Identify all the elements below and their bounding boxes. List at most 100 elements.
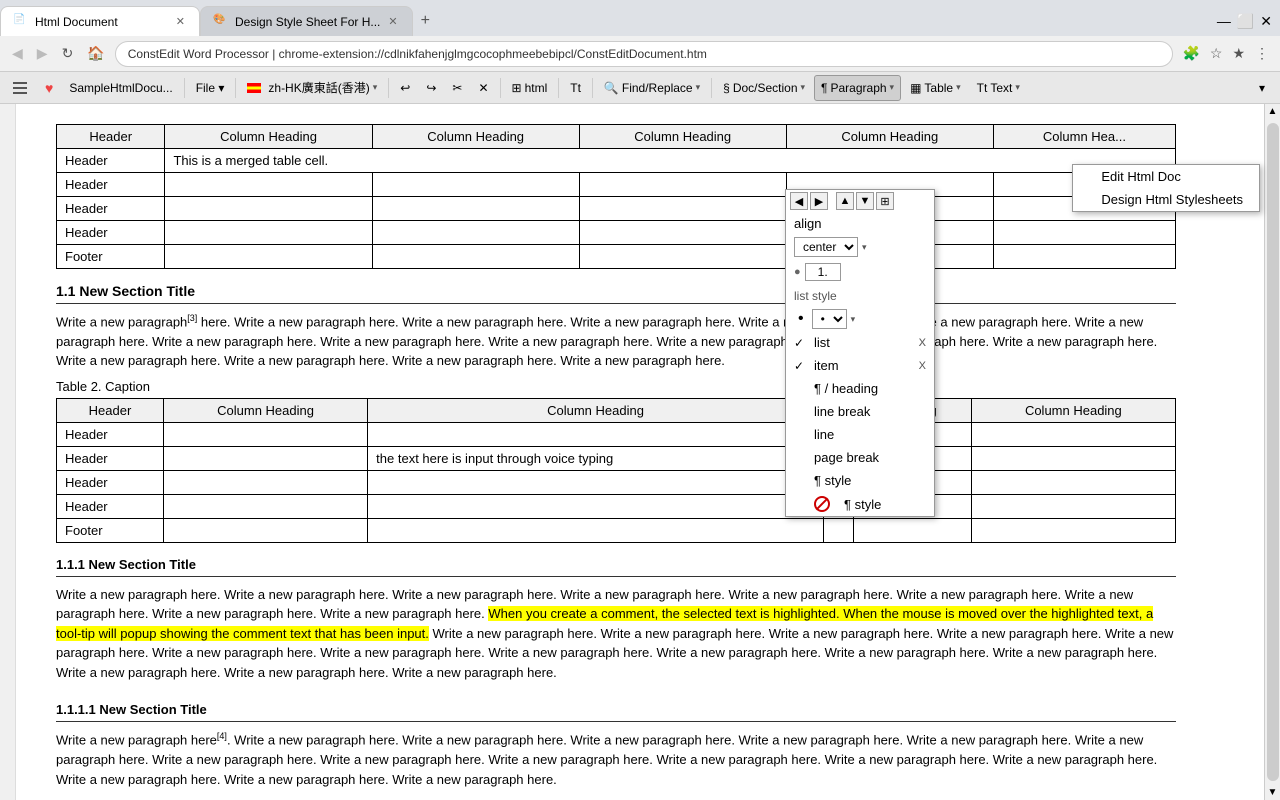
refresh-button[interactable]: ↻ [58,43,78,64]
menu-item-line[interactable]: line [786,423,934,446]
table1-col6-header: Column Hea... [993,125,1175,149]
star-icon[interactable]: ★ [1229,43,1248,64]
more-options-button[interactable]: ▾ [1252,75,1272,101]
tab-html-document[interactable]: 📄 Html Document ✕ [0,6,200,36]
table2-r2c3: the text here is input through voice typ… [368,446,824,470]
extension-icon[interactable]: 🧩 [1179,43,1202,64]
table2-r1c3 [368,422,824,446]
settings-icon[interactable]: ⋮ [1252,43,1272,64]
table1-col2-header: Column Heading [165,125,372,149]
browser-close-icon[interactable]: ✕ [1260,13,1272,30]
table1-r2c4 [579,173,786,197]
numbering-input[interactable] [805,263,841,281]
html-icon: ⊞ [512,81,522,95]
text-arrow: ▾ [1015,82,1020,93]
table1-r1c1: Header [57,149,165,173]
footnote-3: [3] [187,313,197,323]
edit-html-doc-item[interactable]: Edit Html Doc [1073,165,1259,188]
scroll-down-button[interactable]: ▼ [856,192,874,210]
language-label: zh-HK廣東話(香港) [268,79,369,96]
grid-view-button[interactable]: ⊞ [876,192,894,210]
table1-col5-header: Column Heading [786,125,993,149]
menu-item-line-break[interactable]: line break [786,400,934,423]
table-row: Header [57,221,1176,245]
tt-button[interactable]: Tt [563,75,588,101]
find-replace-label: Find/Replace [622,81,693,95]
table1-r2c2 [165,173,372,197]
menu-item-p-style-1[interactable]: ¶ style [786,469,934,492]
menu-item-heading[interactable]: ¶ / heading [786,377,934,400]
list-style-row: list style [786,285,934,307]
browser-minimize-icon[interactable]: — [1217,13,1231,29]
design-html-stylesheets-item[interactable]: Design Html Stylesheets [1073,188,1259,211]
back-button[interactable]: ◀ [8,43,27,64]
table1-col4-header: Column Heading [579,125,786,149]
paragraph-icon: ¶ [821,81,827,95]
file-menu-button[interactable]: File ▾ [189,75,232,101]
menu-item-p-style-2-label: ¶ style [844,497,881,512]
separator-6 [592,78,593,98]
doc-section-button[interactable]: § Doc/Section ▾ [716,75,812,101]
table2-r5c1: Footer [57,518,164,542]
text-icon: Tt [977,81,988,95]
separator-4 [500,78,501,98]
browser-restore-icon[interactable]: ⬜ [1237,13,1254,30]
paragraph-text-rest: here. Write a new paragraph here. Write … [56,314,1157,368]
scroll-left-button[interactable]: ◀ [790,192,808,210]
hamburger-icon [11,80,29,96]
table2-r5c5 [854,518,971,542]
find-replace-button[interactable]: 🔍 Find/Replace ▾ [597,75,707,101]
scroll-down-arrow[interactable]: ▼ [1266,785,1280,800]
table1-r4c1: Header [57,221,165,245]
table-icon: ▦ [910,81,921,95]
menu-item-p-style-2[interactable]: ¶ style [786,492,934,516]
table1-r4c4 [579,221,786,245]
table-row: Header [57,470,1176,494]
bullet-select[interactable]: • [812,309,847,329]
list-x-icon: X [919,337,926,349]
html-button[interactable]: ⊞html [505,75,555,101]
menu-item-item[interactable]: item X [786,354,934,377]
paragraph-text-start: Write a new paragraph [56,314,187,329]
forward-button[interactable]: ▶ [33,43,52,64]
scroll-up-button[interactable]: ▲ [836,192,854,210]
menu-item-p-style-1-label: ¶ style [814,473,851,488]
delete-button[interactable]: ✕ [471,75,495,101]
bookmark-icon[interactable]: ☆ [1207,43,1226,64]
table-row: Footer [57,518,1176,542]
home-button[interactable]: 🏠 [83,43,108,64]
table1-r5c1: Footer [57,245,165,269]
table1-col3-header: Column Heading [372,125,579,149]
undo-button[interactable]: ↩ [393,75,417,101]
paragraph-button[interactable]: ¶ Paragraph ▾ [814,75,901,101]
align-select[interactable]: center [794,237,858,257]
redo-button[interactable]: ↪ [419,75,443,101]
scroll-thumb[interactable] [1267,123,1279,781]
vertical-scrollbar[interactable]: ▲ ▼ [1264,104,1280,800]
hamburger-menu-button[interactable] [4,75,36,101]
table2-r1c6 [971,422,1175,446]
language-button[interactable]: zh-HK廣東話(香港) ▾ [240,75,384,101]
menu-item-list[interactable]: list X [786,331,934,354]
tab-design-stylesheet[interactable]: 🎨 Design Style Sheet For H... ✕ [200,6,413,36]
item-x-icon: X [919,360,926,372]
tab-close-1[interactable]: ✕ [174,15,187,28]
section-1-1-1-1-title: 1.1.1.1 New Section Title [56,702,207,717]
table1-r3c4 [579,197,786,221]
table1-r2c1: Header [57,173,165,197]
heart-button[interactable]: ♥ [38,75,60,101]
cut-button[interactable]: ✂ [445,75,469,101]
table1-r5c4 [579,245,786,269]
text-button[interactable]: Tt Text ▾ [970,75,1027,101]
menu-item-page-break[interactable]: page break [786,446,934,469]
new-tab-button[interactable]: + [413,8,438,34]
scroll-up-arrow[interactable]: ▲ [1266,104,1280,119]
table-button[interactable]: ▦ Table ▾ [903,75,968,101]
table2-r5c2 [163,518,367,542]
doc-title-button[interactable]: SampleHtmlDocu... [62,75,179,101]
tab-close-2[interactable]: ✕ [386,15,399,28]
scroll-right-button[interactable]: ▶ [810,192,828,210]
address-bar[interactable]: ConstEdit Word Processor | chrome-extens… [115,41,1174,67]
table2-col3-header: Column Heading [368,398,824,422]
search-icon: 🔍 [604,81,619,95]
